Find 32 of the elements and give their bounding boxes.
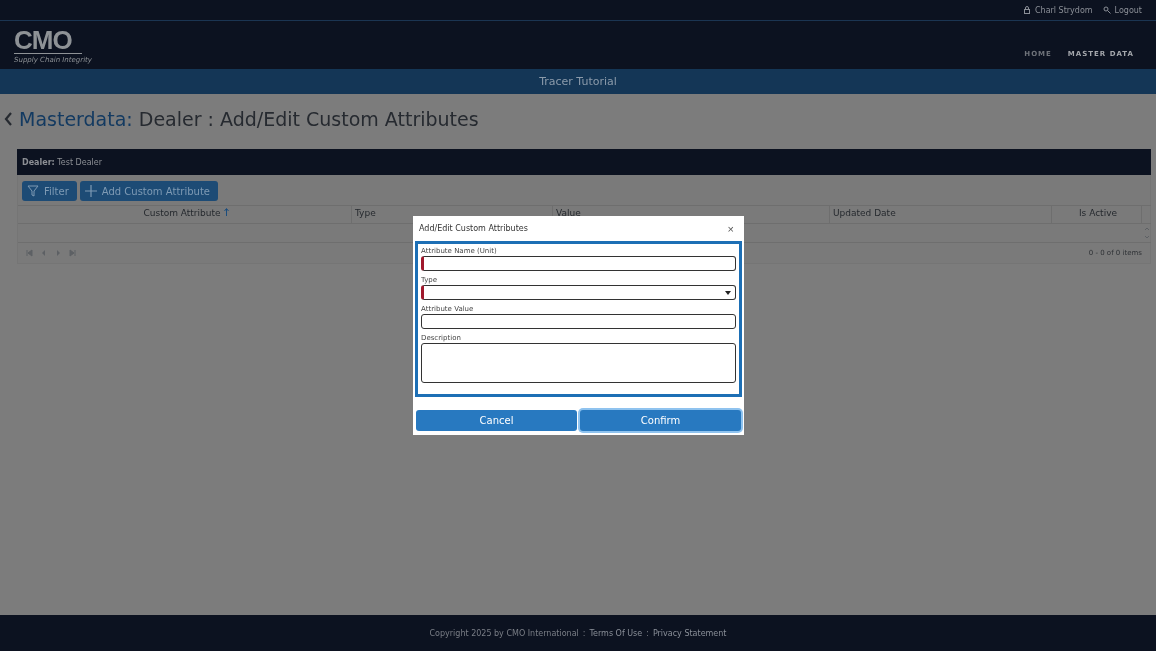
- back-chevron-icon[interactable]: [4, 111, 13, 126]
- footer-link[interactable]: Privacy Statement: [652, 628, 727, 638]
- sort-arrow-icon: [223, 208, 229, 216]
- filter-icon: [27, 185, 39, 197]
- dealer-label: Dealer: Test Dealer: [22, 157, 103, 167]
- input-field[interactable]: [421, 314, 736, 329]
- lock-icon: [1023, 6, 1031, 14]
- close-button[interactable]: ×: [727, 222, 734, 235]
- description-field[interactable]: [421, 343, 736, 383]
- plus-icon: [84, 185, 97, 197]
- cancel-button[interactable]: Cancel: [416, 410, 577, 431]
- column-header[interactable]: Custom Attribute: [18, 205, 352, 224]
- add-button[interactable]: Add Custom Attribute: [79, 181, 218, 201]
- breadcrumb-link[interactable]: Masterdata:: [19, 107, 133, 130]
- column-header[interactable]: Updated Date: [830, 205, 1052, 224]
- scroll-arrows-icon: [1143, 226, 1150, 240]
- input-field[interactable]: [421, 256, 736, 271]
- column-header[interactable]: Is Active: [1052, 205, 1142, 224]
- copyright-text: Copyright 2025 by CMO International: [429, 628, 579, 638]
- logo-text: CMO: [14, 26, 82, 54]
- logout-link[interactable]: Logout: [1114, 5, 1142, 15]
- separator: :: [645, 628, 650, 638]
- confirm-button[interactable]: Confirm: [580, 410, 741, 431]
- footer-link[interactable]: Terms Of Use: [589, 628, 643, 638]
- separator: :: [581, 628, 587, 638]
- filter-button[interactable]: Filter: [22, 181, 77, 201]
- banner-title: Tracer Tutorial: [539, 75, 617, 88]
- dropdown-caret-icon: [725, 290, 731, 295]
- dialog-title: Add/Edit Custom Attributes: [419, 224, 528, 233]
- type-dropdown[interactable]: [421, 285, 736, 300]
- user-name-link[interactable]: Charl Strydom: [1035, 5, 1093, 15]
- page-title: Dealer : Add/Edit Custom Attributes: [138, 107, 479, 130]
